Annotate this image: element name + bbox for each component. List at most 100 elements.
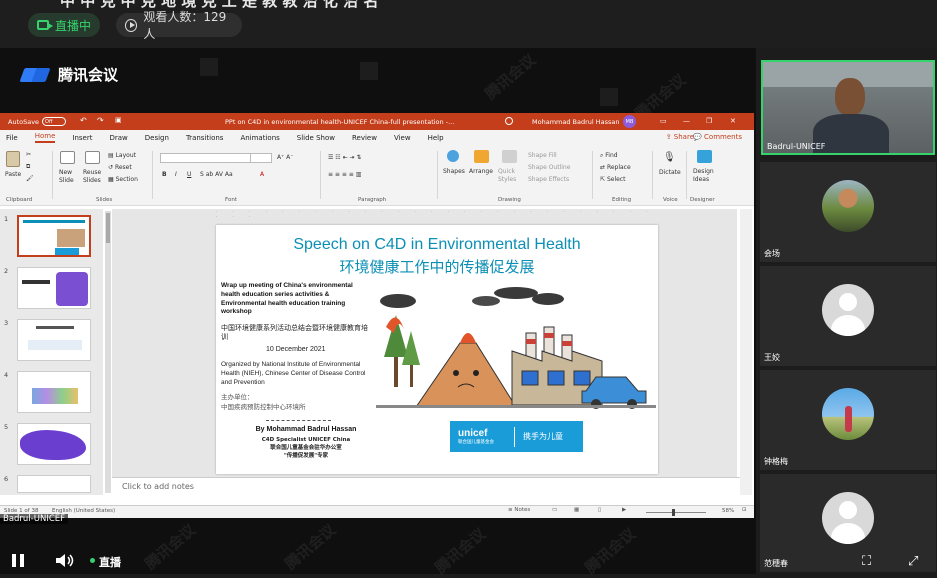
new-slide-label: New Slide: [59, 169, 74, 185]
find-button[interactable]: ⌕ Find: [600, 152, 618, 160]
slide-date: 10 December 2021: [266, 346, 326, 353]
microphone-icon[interactable]: 🎙: [663, 152, 676, 163]
share-button[interactable]: ⇪ Share: [666, 133, 694, 141]
redo-icon[interactable]: ↷: [97, 116, 104, 125]
user-avatar[interactable]: MB: [623, 115, 636, 128]
align-icon[interactable]: ≡ ≡ ≡ ≡ ▥: [328, 171, 361, 178]
reuse-slides-icon[interactable]: [85, 151, 100, 164]
share-label: Share: [673, 133, 694, 141]
notes-pane[interactable]: Click to add notes: [112, 477, 740, 495]
comments-button[interactable]: 💬 Comments: [693, 133, 742, 141]
fit-slide-icon[interactable]: ⊡: [742, 507, 747, 513]
tab-help[interactable]: Help: [428, 134, 444, 142]
shape-outline-label[interactable]: Shape Outline: [528, 164, 570, 171]
thumb-title-line: [36, 326, 74, 329]
canvas-scrollbar[interactable]: [740, 209, 752, 495]
participant-tile[interactable]: 会场: [760, 162, 936, 262]
ribbon-divider: [592, 151, 593, 199]
live-topbar: 中 中 見 中 見 地 境 見 工 是 教 教 治 化 治 名 直播中 观看人数…: [0, 0, 937, 48]
tab-slide-show[interactable]: Slide Show: [297, 134, 335, 142]
slide-thumbnail-1[interactable]: [17, 215, 91, 257]
copy-icon[interactable]: ⧉: [26, 163, 30, 171]
notes-toggle-label: Notes: [514, 507, 531, 513]
thumb-illustration: [20, 430, 86, 460]
smoke-clouds: [380, 287, 564, 308]
slide-thumbnail-3[interactable]: [17, 319, 91, 361]
tab-home[interactable]: Home: [34, 132, 56, 143]
participant-video-badrul[interactable]: Badrul-UNICEF: [761, 60, 935, 155]
save-icon[interactable]: ▣: [115, 116, 122, 124]
section-button[interactable]: ▦ Section: [108, 176, 138, 183]
reset-button[interactable]: ↺ Reset: [108, 164, 132, 171]
design-ideas-icon[interactable]: [697, 150, 712, 163]
tab-draw[interactable]: Draw: [109, 134, 127, 142]
notes-toggle[interactable]: ≡ Notes: [508, 507, 530, 513]
slide-speaker: By Mohammad Badrul Hassan: [255, 426, 357, 433]
participant-tile[interactable]: 王姣: [760, 266, 936, 366]
comments-label: Comments: [704, 133, 742, 141]
select-button[interactable]: ⇱ Select: [600, 176, 625, 183]
shapes-label: Shapes: [443, 168, 465, 175]
tab-view[interactable]: View: [394, 134, 411, 142]
slide-thumbnail-6[interactable]: [17, 475, 91, 493]
bold-icon[interactable]: B: [162, 171, 167, 178]
tab-animations[interactable]: Animations: [240, 134, 279, 142]
shapes-icon[interactable]: [447, 150, 459, 162]
tab-file[interactable]: File: [6, 134, 18, 142]
quick-styles-icon[interactable]: [502, 150, 517, 163]
tab-design[interactable]: Design: [145, 134, 169, 142]
tab-insert[interactable]: Insert: [72, 134, 92, 142]
font-grow-icon[interactable]: A⁺ A⁻: [277, 154, 293, 161]
avatar: [822, 388, 874, 440]
live-status-badge: 直播中: [28, 13, 100, 37]
italic-icon[interactable]: I: [175, 171, 177, 178]
paste-icon[interactable]: [6, 151, 20, 167]
autosave-toggle[interactable]: AutoSave Off: [8, 117, 67, 126]
participant-tile[interactable]: 钟格梅: [760, 370, 936, 470]
fullscreen-icon[interactable]: ⤢: [908, 554, 918, 569]
underline-icon[interactable]: U: [187, 171, 191, 178]
watermark-square: [600, 88, 618, 106]
close-icon[interactable]: ✕: [730, 117, 736, 125]
thumb-title-line: [23, 220, 85, 223]
tab-review[interactable]: Review: [352, 134, 377, 142]
bullets-icon[interactable]: ☰ ☷ ⇤ ⇥ ⇅: [328, 154, 361, 161]
thumb-number: 6: [4, 475, 9, 483]
maximize-icon[interactable]: ❐: [706, 117, 712, 125]
font-size-box[interactable]: [250, 153, 272, 163]
screenshot-icon[interactable]: ⛶: [862, 554, 871, 569]
format-painter-icon[interactable]: 🖌: [26, 175, 34, 182]
default-avatar-icon: [822, 284, 874, 336]
ribbon-display-icon[interactable]: ▭: [660, 117, 667, 125]
slideshow-icon[interactable]: ▶: [622, 507, 626, 513]
new-slide-icon[interactable]: [60, 151, 75, 164]
slide-sorter-icon[interactable]: ▦: [574, 507, 579, 513]
replace-button[interactable]: ⇄ Replace: [600, 164, 631, 171]
reading-view-icon[interactable]: ▯: [598, 507, 601, 513]
thumb-logo: [55, 248, 79, 255]
layout-button[interactable]: ▤ Layout: [108, 152, 136, 159]
pause-button[interactable]: [12, 554, 26, 567]
cut-icon[interactable]: ✂: [26, 151, 31, 158]
slide-thumbnail-4[interactable]: [17, 371, 91, 413]
search-icon[interactable]: [505, 117, 513, 125]
zoom-slider[interactable]: [646, 512, 706, 513]
minimize-icon[interactable]: —: [683, 117, 690, 125]
thumbnail-scrollbar[interactable]: [105, 211, 111, 493]
tab-transitions[interactable]: Transitions: [186, 134, 224, 142]
strike-icon[interactable]: S ab AV Aa: [200, 171, 233, 178]
normal-view-icon[interactable]: ▭: [552, 507, 557, 513]
thumb-illustration: [28, 340, 82, 350]
slide-thumbnail-2[interactable]: [17, 267, 91, 309]
volume-icon[interactable]: [56, 553, 76, 568]
thumb-number: 4: [4, 371, 9, 379]
slide-thumbnail-5[interactable]: [17, 423, 91, 465]
zoom-slider-thumb[interactable]: [672, 509, 675, 516]
shape-fill-label[interactable]: Shape Fill: [528, 152, 557, 159]
shape-effects-label[interactable]: Shape Effects: [528, 176, 569, 183]
arrange-icon[interactable]: [474, 150, 489, 163]
font-color-icon[interactable]: A: [260, 171, 264, 178]
autosave-switch[interactable]: Off: [42, 117, 67, 126]
undo-icon[interactable]: ↶: [80, 116, 87, 125]
current-slide[interactable]: Speech on C4D in Environmental Health 环境…: [216, 225, 658, 474]
